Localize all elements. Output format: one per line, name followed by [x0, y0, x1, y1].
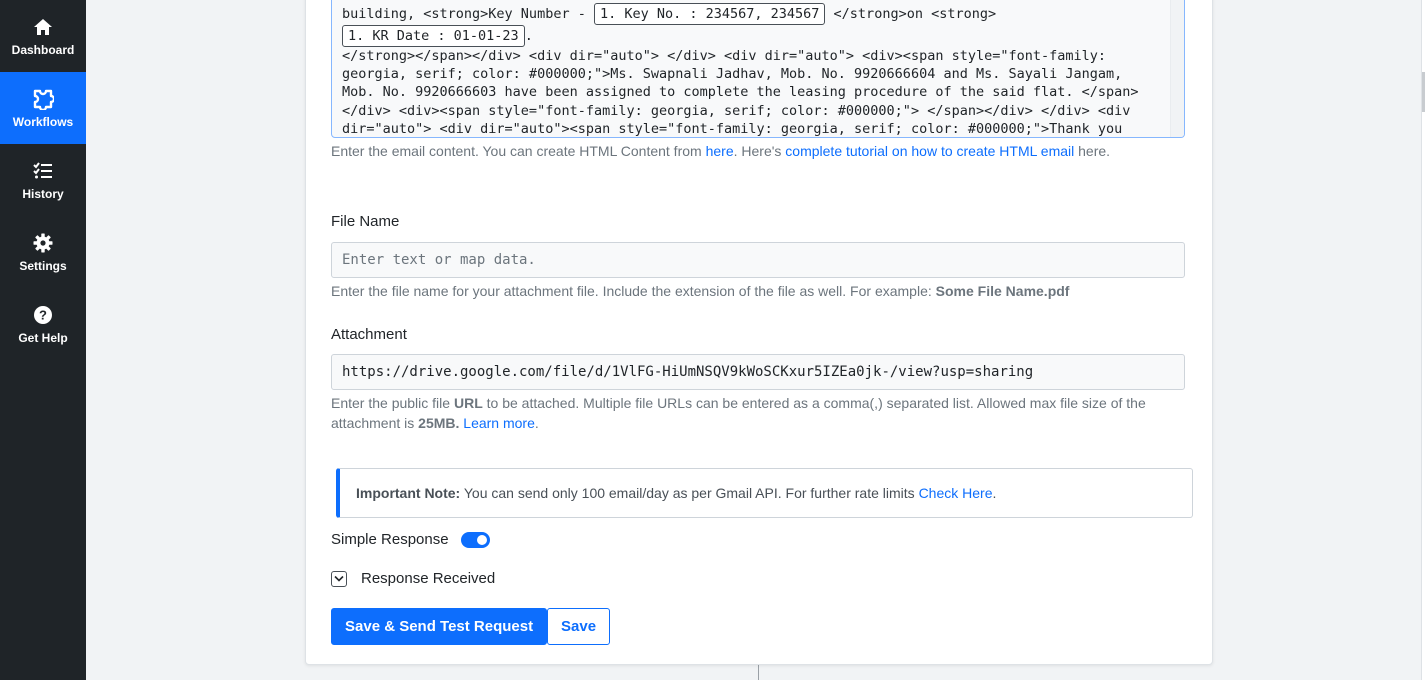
help-text: Enter the email content. You can create … — [331, 143, 706, 159]
file-name-example: Some File Name.pdf — [935, 283, 1070, 299]
sidebar: Dashboard Workflows History Settings ? G… — [0, 0, 86, 680]
important-note-callout: Important Note: You can send only 100 em… — [336, 468, 1193, 518]
sidebar-item-settings[interactable]: Settings — [0, 216, 86, 288]
help-icon: ? — [32, 304, 54, 326]
gear-icon — [32, 232, 54, 254]
workflow-icon — [32, 88, 54, 110]
help-text: Enter the public file — [331, 395, 454, 411]
editor-scrollbar[interactable] — [1170, 0, 1184, 137]
attachment-label: Attachment — [331, 326, 407, 343]
mapped-field-tag-kr-date[interactable]: 1. KR Date : 01-01-23 — [342, 25, 525, 47]
help-bold: 25MB. — [418, 415, 460, 431]
email-content-text[interactable]: building, <strong>Key Number - 1. Key No… — [342, 3, 1152, 137]
svg-text:?: ? — [39, 307, 47, 322]
sidebar-item-label: Dashboard — [11, 42, 75, 57]
editor-text-segment: </strong>on <strong> — [825, 6, 997, 22]
attachment-help: Enter the public file URL to be attached… — [331, 393, 1185, 433]
attachment-input[interactable]: https://drive.google.com/file/d/1VlFG-Hi… — [331, 354, 1185, 390]
help-text: Enter the file name for your attachment … — [331, 283, 936, 299]
note-text: You can send only 100 email/day as per G… — [460, 485, 919, 501]
help-text: here. — [1074, 143, 1111, 159]
save-and-send-test-button[interactable]: Save & Send Test Request — [331, 608, 548, 645]
mapped-field-tag-key-number[interactable]: 1. Key No. : 234567, 234567 — [593, 3, 826, 25]
sidebar-item-label: Settings — [19, 258, 67, 273]
editor-text-segment: building, <strong>Key Number - — [342, 6, 594, 22]
help-text: . — [534, 415, 539, 431]
response-received-toggle[interactable]: Response Received — [331, 570, 495, 587]
file-name-label: File Name — [331, 213, 400, 230]
simple-response-toggle[interactable] — [460, 531, 490, 548]
create-html-link[interactable]: here — [706, 143, 734, 159]
file-name-input[interactable]: Enter text or map data. — [331, 242, 1185, 278]
html-tutorial-link[interactable]: complete tutorial on how to create HTML … — [785, 143, 1074, 159]
help-text: . Here's — [733, 143, 786, 159]
sidebar-item-history[interactable]: History — [0, 144, 86, 216]
email-content-editor[interactable]: building, <strong>Key Number - 1. Key No… — [331, 0, 1185, 138]
email-content-help: Enter the email content. You can create … — [331, 141, 1171, 161]
learn-more-link[interactable]: Learn more — [463, 415, 535, 431]
connector-line — [758, 664, 759, 680]
help-bold: URL — [453, 395, 483, 411]
sidebar-item-get-help[interactable]: ? Get Help — [0, 288, 86, 360]
save-button[interactable]: Save — [547, 608, 611, 645]
sidebar-item-workflows[interactable]: Workflows — [0, 72, 86, 144]
editor-text-body: </strong></span></div> <div dir="auto"> … — [342, 48, 1139, 137]
editor-text-segment: . — [524, 28, 533, 44]
sidebar-item-label: Workflows — [12, 114, 74, 129]
note-text: . — [992, 485, 997, 501]
note-title: Important Note: — [356, 485, 461, 501]
list-icon — [32, 160, 54, 182]
sidebar-item-label: History — [22, 186, 64, 201]
simple-response-label: Simple Response — [331, 531, 449, 548]
chevron-down-icon[interactable] — [331, 570, 347, 587]
simple-response-row: Simple Response — [331, 531, 490, 548]
toggle-knob — [476, 534, 487, 545]
response-received-label: Response Received — [361, 570, 496, 587]
check-here-link[interactable]: Check Here — [919, 485, 993, 501]
right-panel-edge — [1421, 0, 1425, 680]
home-icon — [32, 16, 54, 38]
action-config-card: building, <strong>Key Number - 1. Key No… — [305, 0, 1213, 665]
file-name-help: Enter the file name for your attachment … — [331, 281, 1185, 301]
sidebar-item-dashboard[interactable]: Dashboard — [0, 0, 86, 72]
sidebar-item-label: Get Help — [18, 330, 68, 345]
